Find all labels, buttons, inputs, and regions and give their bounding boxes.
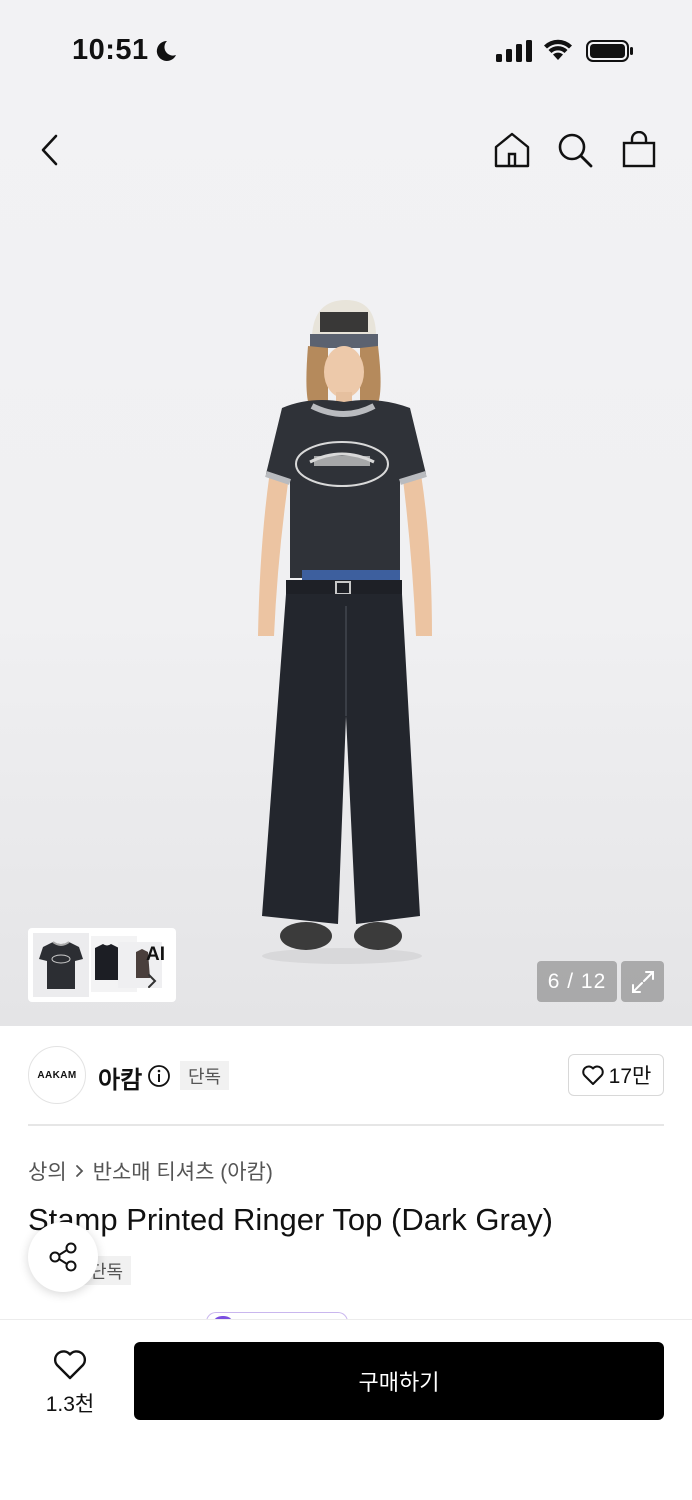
breadcrumb-subcategory[interactable]: 반소매 티셔츠 (아캄): [93, 1156, 273, 1186]
back-button[interactable]: [28, 128, 72, 172]
chevron-right-icon: [75, 1165, 83, 1177]
status-time: 10:51: [72, 34, 149, 66]
product-image-gallery[interactable]: 10:51 AI 6 / 12: [0, 0, 692, 1026]
info-icon[interactable]: [147, 1064, 171, 1088]
image-counter: 6 / 12: [537, 961, 617, 1002]
brand-logo[interactable]: AAKAM: [28, 1046, 86, 1104]
wifi-icon: [544, 39, 572, 60]
share-button[interactable]: [28, 1222, 98, 1292]
ai-similar-items-button[interactable]: AI: [28, 928, 176, 1002]
product-title: Stamp Printed Ringer Top (Dark Gray): [28, 1202, 553, 1237]
brand-name[interactable]: 아캄: [98, 1060, 142, 1095]
product-photo: [258, 300, 432, 964]
search-button[interactable]: [553, 128, 597, 172]
battery-icon: [586, 40, 633, 62]
wishlist-count: 1.3천: [45, 1393, 95, 1416]
thumbnail-image: [33, 933, 89, 997]
exclusive-badge: 단독: [180, 1061, 230, 1090]
shopping-bag-icon: [622, 131, 656, 168]
cellular-signal-icon: [496, 40, 532, 62]
home-icon: [494, 132, 530, 168]
divider: [28, 1124, 664, 1126]
cart-button[interactable]: [617, 128, 661, 172]
status-bar: 10:51: [0, 0, 692, 100]
brand-like-button[interactable]: 17만: [568, 1054, 664, 1096]
expand-icon: [631, 970, 654, 993]
moon-icon: [156, 40, 176, 61]
share-icon: [49, 1242, 77, 1272]
breadcrumb-category[interactable]: 상의: [28, 1156, 67, 1186]
chevron-left-icon: [41, 134, 58, 166]
search-icon: [558, 133, 593, 168]
buy-button[interactable]: 구매하기: [134, 1342, 664, 1420]
fullscreen-button[interactable]: [621, 961, 664, 1002]
chevron-right-icon: [148, 974, 157, 988]
bottom-action-bar: 1.3천 구매하기: [0, 1319, 692, 1500]
heart-icon: [581, 1065, 604, 1085]
home-button[interactable]: [490, 128, 534, 172]
heart-icon: [53, 1350, 87, 1380]
wishlist-button[interactable]: 1.3천: [30, 1346, 110, 1418]
brand-like-count: 17만: [608, 1065, 652, 1088]
ai-label: AI: [146, 944, 165, 965]
breadcrumb: 상의 반소매 티셔츠 (아캄): [28, 1156, 273, 1186]
